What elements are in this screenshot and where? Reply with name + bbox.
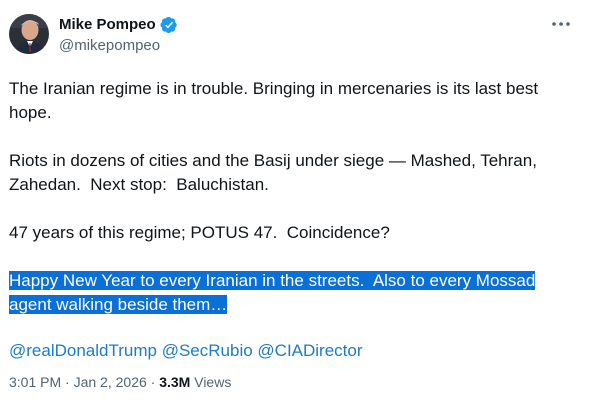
separator: · bbox=[61, 374, 74, 390]
selected-text-line: Happy New Year to every Iranian in the s… bbox=[9, 271, 536, 290]
timestamp-time[interactable]: 3:01 PM bbox=[9, 374, 61, 390]
author-names: Mike Pompeo @mikepompeo bbox=[59, 15, 178, 56]
avatar[interactable] bbox=[9, 14, 49, 54]
verified-badge-icon[interactable] bbox=[160, 16, 178, 34]
mention-link[interactable]: @realDonaldTrump bbox=[9, 341, 157, 360]
more-options-button[interactable] bbox=[549, 14, 573, 34]
views-label: Views bbox=[194, 374, 232, 390]
tweet-meta: 3:01 PM · Jan 2, 2026 · 3.3M Views bbox=[9, 372, 231, 392]
display-name[interactable]: Mike Pompeo bbox=[59, 15, 156, 35]
timestamp-date[interactable]: Jan 2, 2026 bbox=[74, 374, 147, 390]
handle[interactable]: @mikepompeo bbox=[59, 36, 178, 56]
views-count[interactable]: 3.3M bbox=[159, 374, 190, 390]
tweet-paragraph: The Iranian regime is in trouble. Bringi… bbox=[9, 79, 543, 122]
selected-text-line: agent walking beside them… bbox=[9, 295, 228, 314]
mentions-line: @realDonaldTrump @SecRubio @CIADirector bbox=[9, 339, 583, 363]
tweet-paragraph: Riots in dozens of cities and the Basij … bbox=[9, 151, 542, 194]
highlighted-paragraph: Happy New Year to every Iranian in the s… bbox=[9, 269, 583, 317]
mention-link[interactable]: @CIADirector bbox=[257, 341, 362, 360]
tweet: Mike Pompeo @mikepompeo The Iranian regi… bbox=[0, 0, 591, 406]
more-icon bbox=[552, 22, 570, 26]
tweet-paragraph: 47 years of this regime; POTUS 47. Coinc… bbox=[9, 223, 390, 242]
mention-link[interactable]: @SecRubio bbox=[162, 341, 253, 360]
tweet-header: Mike Pompeo @mikepompeo bbox=[9, 10, 583, 58]
avatar-image bbox=[9, 14, 49, 54]
name-row: Mike Pompeo bbox=[59, 15, 178, 35]
separator: · bbox=[146, 374, 160, 390]
tweet-body: The Iranian regime is in trouble. Bringi… bbox=[9, 77, 583, 363]
